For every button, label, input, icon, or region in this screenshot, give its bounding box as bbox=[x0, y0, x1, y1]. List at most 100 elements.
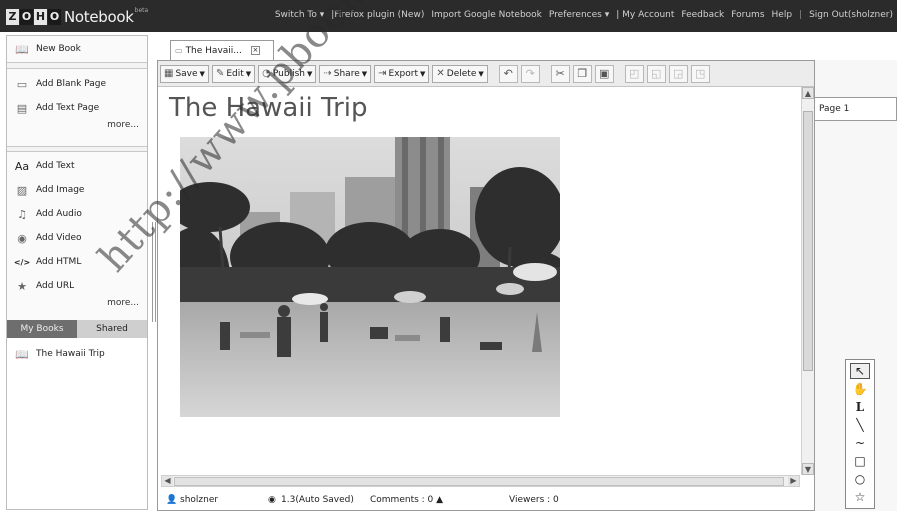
beach-photo[interactable] bbox=[180, 137, 560, 417]
scroll-down-icon[interactable]: ▼ bbox=[802, 463, 814, 475]
status-version[interactable]: 1.3(Auto Saved) bbox=[281, 495, 354, 505]
drawing-tools-palette: ↖ ✋ L ╲ ~ □ ○ ☆ bbox=[845, 359, 875, 509]
delete-icon: ✕ bbox=[436, 68, 445, 79]
pointer-icon[interactable]: ↖ bbox=[850, 363, 870, 379]
forums-link[interactable]: Forums bbox=[731, 10, 764, 20]
books-tabs: My Books Shared bbox=[7, 320, 147, 338]
add-url-label: Add URL bbox=[36, 281, 75, 291]
paste-icon[interactable]: ▣ bbox=[594, 64, 614, 83]
circle-icon[interactable]: ○ bbox=[850, 471, 870, 487]
chevron-down-icon: ▼ bbox=[478, 69, 484, 78]
vertical-scrollbar[interactable]: ▲ ▼ bbox=[801, 87, 814, 475]
scroll-up-icon[interactable]: ▲ bbox=[802, 87, 814, 99]
scroll-right-icon[interactable]: ▶ bbox=[788, 476, 799, 486]
document-icon: ▭ bbox=[175, 46, 183, 55]
edit-button[interactable]: ✎ Edit ▼ bbox=[211, 64, 256, 83]
save-label: Save bbox=[175, 68, 198, 79]
scroll-left-icon[interactable]: ◀ bbox=[162, 476, 173, 486]
add-text-page-button[interactable]: ▤ Add Text Page bbox=[7, 96, 147, 120]
edit-label: Edit bbox=[226, 68, 244, 79]
sign-out-link[interactable]: Sign Out(sholzner) bbox=[809, 10, 893, 20]
freehand-icon[interactable]: ~ bbox=[850, 435, 870, 451]
bring-front-icon[interactable]: ◰ bbox=[624, 64, 644, 83]
add-text-button[interactable]: Aa Add Text bbox=[7, 154, 147, 178]
save-icon: ▦ bbox=[164, 68, 174, 79]
export-button[interactable]: ⇥ Export ▼ bbox=[374, 64, 430, 83]
logo-letter: H bbox=[34, 9, 47, 25]
my-account-link[interactable]: | My Account bbox=[616, 10, 674, 20]
publish-button[interactable]: ◔ Publish ▼ bbox=[258, 64, 317, 83]
add-blank-page-button[interactable]: ▭ Add Blank Page bbox=[7, 72, 147, 96]
preferences-menu[interactable]: Preferences ▾ bbox=[549, 10, 609, 20]
book-item-label: The Hawaii Trip bbox=[36, 349, 105, 359]
chevron-down-icon: ▼ bbox=[361, 69, 368, 78]
redo-icon[interactable]: ↷ bbox=[520, 64, 540, 83]
delete-button[interactable]: ✕ Delete ▼ bbox=[432, 64, 488, 83]
more-content-link[interactable]: more... bbox=[7, 298, 147, 316]
add-html-label: Add HTML bbox=[36, 257, 82, 267]
add-image-label: Add Image bbox=[36, 185, 85, 195]
editor-toolbar: ▦ Save ▼ ✎ Edit ▼ ◔ Publish ▼ ⇢ Share ▼ … bbox=[158, 61, 814, 87]
vertical-scroll-thumb[interactable] bbox=[803, 111, 813, 371]
bring-forward-icon[interactable]: ◲ bbox=[668, 64, 688, 83]
books-list: 📖 The Hawaii Trip bbox=[7, 338, 147, 509]
audio-icon: ♫ bbox=[17, 207, 27, 221]
page-title[interactable]: The Hawaii Trip bbox=[169, 93, 368, 123]
help-link[interactable]: Help bbox=[772, 10, 793, 20]
add-html-button[interactable]: </> Add HTML bbox=[7, 250, 147, 274]
copy-icon[interactable]: ❐ bbox=[572, 64, 592, 83]
logo-letter: O bbox=[48, 9, 61, 25]
book-icon: 📖 bbox=[15, 347, 29, 361]
add-page-panel: ▭ Add Blank Page ▤ Add Text Page more... bbox=[7, 68, 147, 147]
tab-shared[interactable]: Shared bbox=[77, 320, 147, 338]
feedback-link[interactable]: Feedback bbox=[681, 10, 724, 20]
notebook-editor: ▦ Save ▼ ✎ Edit ▼ ◔ Publish ▼ ⇢ Share ▼ … bbox=[157, 60, 815, 511]
tab-document[interactable]: ▭ The Havaii... × bbox=[170, 40, 274, 60]
line-icon[interactable]: ╲ bbox=[850, 417, 870, 433]
add-text-label: Add Text bbox=[36, 161, 75, 171]
status-bar: 👤 sholzner ◉ 1.3(Auto Saved) Comments : … bbox=[158, 489, 814, 510]
rectangle-icon[interactable]: □ bbox=[850, 453, 870, 469]
horizontal-scrollbar[interactable]: ◀ ▶ bbox=[161, 475, 800, 487]
add-image-button[interactable]: ▨ Add Image bbox=[7, 178, 147, 202]
horizontal-scroll-thumb[interactable] bbox=[174, 477, 784, 486]
save-button[interactable]: ▦ Save ▼ bbox=[160, 64, 209, 83]
image-icon: ▨ bbox=[16, 183, 28, 197]
undo-icon[interactable]: ↶ bbox=[498, 64, 518, 83]
new-book-button[interactable]: 📖 New Book bbox=[7, 37, 147, 61]
more-pages-link[interactable]: more... bbox=[7, 120, 147, 138]
text-page-icon: ▤ bbox=[16, 101, 28, 115]
chevron-down-icon: ▼ bbox=[245, 69, 252, 78]
polygon-icon[interactable]: ☆ bbox=[850, 489, 870, 505]
logo-letter: Z bbox=[6, 9, 19, 25]
add-audio-button[interactable]: ♫ Add Audio bbox=[7, 202, 147, 226]
tab-my-books[interactable]: My Books bbox=[7, 320, 77, 338]
book-item[interactable]: 📖 The Hawaii Trip bbox=[7, 342, 147, 366]
status-user: sholzner bbox=[180, 495, 219, 505]
zoho-notebook-logo[interactable]: Z O H O Notebook beta bbox=[6, 6, 148, 28]
user-icon: 👤 bbox=[166, 495, 178, 505]
send-backward-icon[interactable]: ◳ bbox=[690, 64, 710, 83]
text-icon: Aa bbox=[14, 159, 30, 173]
publish-icon: ◔ bbox=[262, 68, 271, 79]
share-button[interactable]: ⇢ Share ▼ bbox=[319, 64, 372, 83]
send-back-icon[interactable]: ◱ bbox=[646, 64, 666, 83]
import-google-notebook-link[interactable]: Import Google Notebook bbox=[431, 10, 542, 20]
add-url-button[interactable]: ★ Add URL bbox=[7, 274, 147, 298]
page-list-item[interactable]: Page 1 bbox=[815, 97, 897, 121]
export-label: Export bbox=[388, 68, 418, 79]
logo-letter: O bbox=[20, 9, 33, 25]
hand-icon[interactable]: ✋ bbox=[850, 381, 870, 397]
close-icon[interactable]: × bbox=[250, 46, 260, 55]
switch-to-menu[interactable]: Switch To ▾ bbox=[275, 10, 324, 20]
add-video-label: Add Video bbox=[36, 233, 82, 243]
cut-icon[interactable]: ✂ bbox=[550, 64, 570, 83]
add-video-button[interactable]: ◉ Add Video bbox=[7, 226, 147, 250]
left-sidebar: 📖 New Book ▭ Add Blank Page ▤ Add Text P… bbox=[6, 35, 148, 510]
firefox-plugin-link[interactable]: |Firefox plugin (New) bbox=[331, 10, 424, 20]
text-tool-icon[interactable]: L bbox=[850, 399, 870, 415]
logo-beta-label: beta bbox=[134, 7, 149, 14]
new-book-panel: 📖 New Book bbox=[7, 36, 147, 63]
sidebar-splitter[interactable] bbox=[152, 222, 156, 322]
comments-link[interactable]: Comments : 0 ▲ bbox=[370, 495, 443, 505]
